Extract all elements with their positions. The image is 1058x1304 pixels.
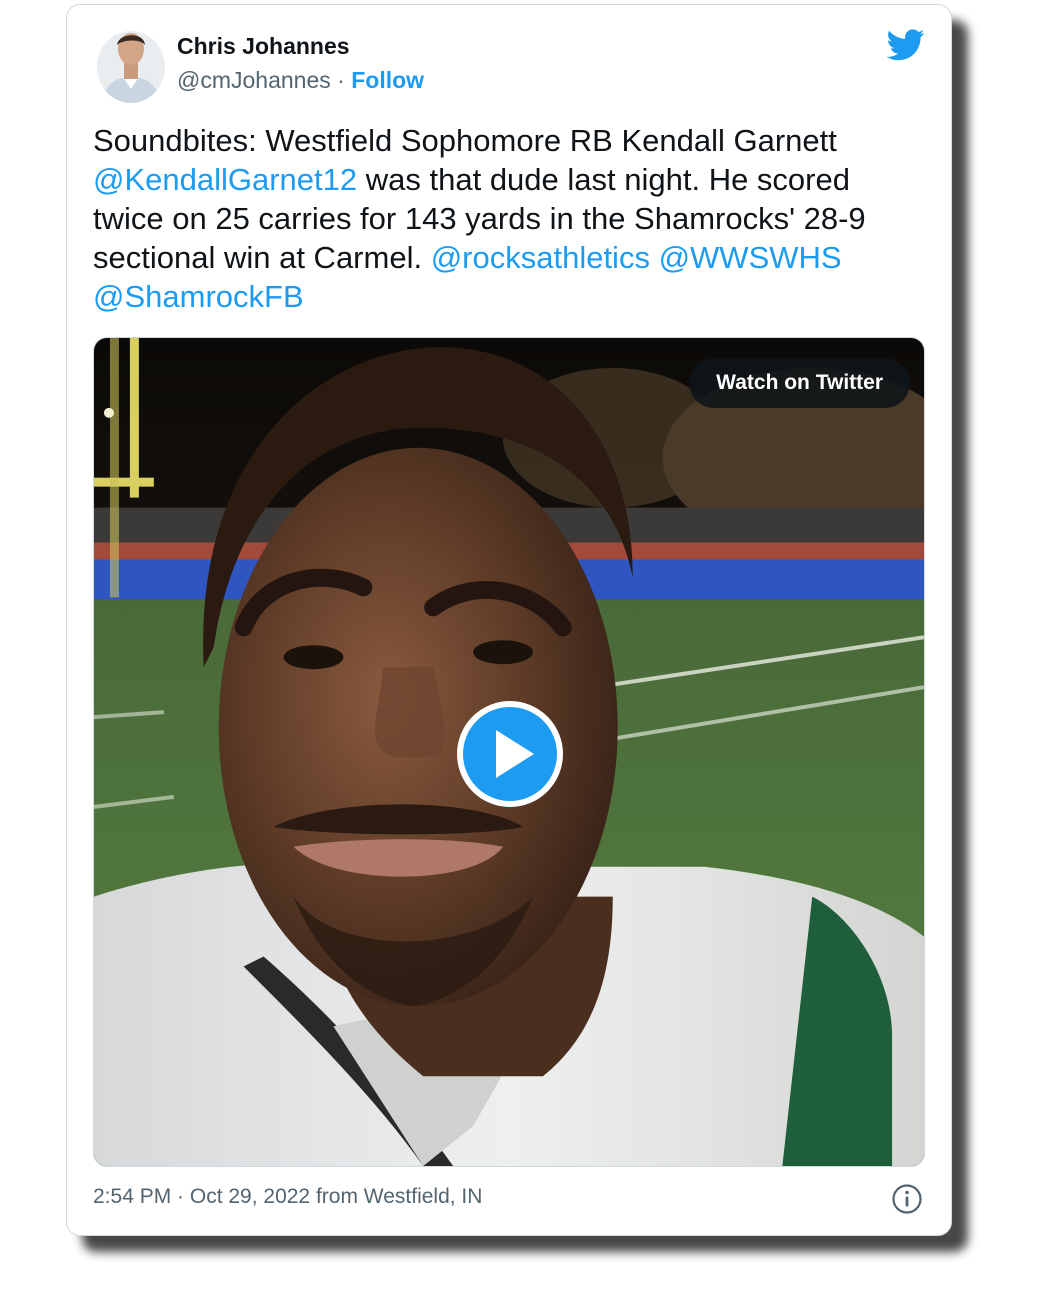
avatar[interactable] (97, 25, 165, 103)
mention-link[interactable]: @KendallGarnet12 (93, 162, 357, 197)
separator-dot: · (337, 67, 345, 93)
author-name[interactable]: Chris Johannes (177, 33, 350, 60)
mention-link[interactable]: @WWSWHS (659, 240, 842, 275)
video-thumbnail[interactable]: Watch on Twitter (93, 337, 925, 1167)
info-icon[interactable] (891, 1183, 923, 1215)
author-handle-line: @cmJohannes · Follow (177, 67, 424, 94)
tweet-embed-card: Chris Johannes @cmJohannes · Follow Soun… (66, 4, 952, 1236)
mention-link[interactable]: @ShamrockFB (93, 279, 304, 314)
play-icon[interactable] (456, 700, 564, 808)
watch-on-twitter-button[interactable]: Watch on Twitter (689, 358, 910, 408)
twitter-bird-icon[interactable] (887, 29, 925, 61)
mention-link[interactable]: @rocksathletics (431, 240, 650, 275)
tweet-timestamp[interactable]: 2:54 PM · Oct 29, 2022 from Westfield, I… (93, 1185, 482, 1209)
tweet-text-space (650, 240, 659, 275)
author-handle[interactable]: @cmJohannes (177, 67, 331, 93)
tweet-text-part: Soundbites: Westfield Sophomore RB Kenda… (93, 123, 837, 158)
follow-link[interactable]: Follow (351, 67, 424, 93)
tweet-text: Soundbites: Westfield Sophomore RB Kenda… (93, 121, 913, 316)
